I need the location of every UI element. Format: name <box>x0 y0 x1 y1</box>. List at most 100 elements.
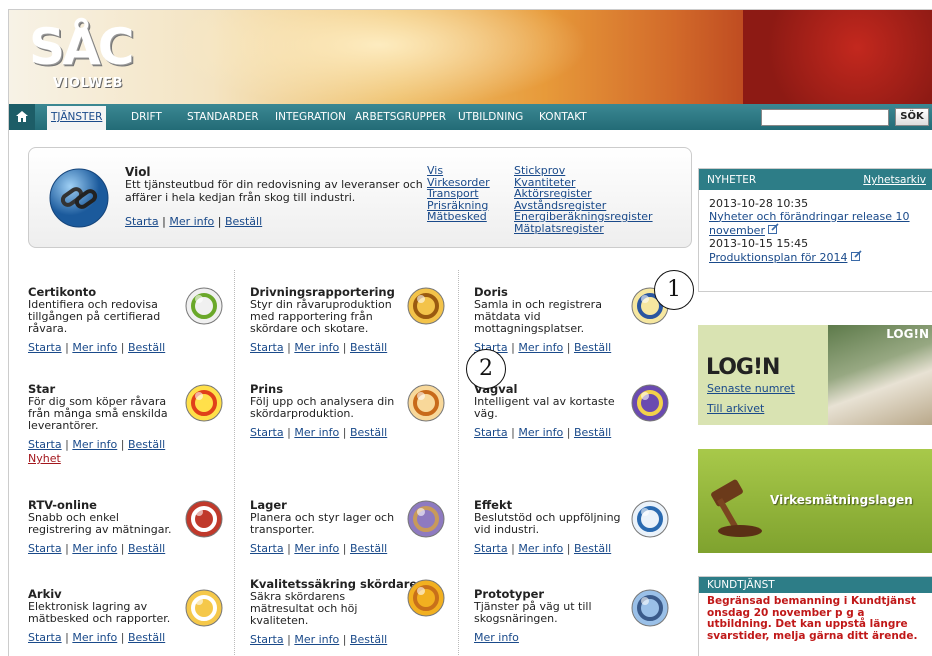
service-starta-link[interactable]: Starta <box>250 542 284 555</box>
news-item-link[interactable]: Produktionsplan för 2014 <box>709 251 847 264</box>
service-bestall-link[interactable]: Beställ <box>128 341 165 354</box>
service-new-link[interactable]: Nyhet <box>28 452 228 465</box>
service-starta-link[interactable]: Starta <box>250 426 284 439</box>
service-actions: Starta | Mer info | Beställ <box>474 542 612 555</box>
service-description: Säkra skördarens mätresultat och höj kva… <box>250 590 358 627</box>
viol-link-matplatsregister[interactable]: Mätplatsregister <box>514 222 653 235</box>
service-starta-link[interactable]: Starta <box>28 438 62 451</box>
nav-arbetsgrupper[interactable]: ARBETSGRUPPER <box>355 111 446 123</box>
logo-subtitle: VIOLWEB <box>53 76 123 91</box>
service-bestall-link[interactable]: Beställ <box>574 426 611 439</box>
service-starta-link[interactable]: Starta <box>250 341 284 354</box>
service-bestall-link[interactable]: Beställ <box>128 631 165 644</box>
service-card: Drivningsrapportering Styr din råvaruprod… <box>250 285 450 354</box>
nav-standarder[interactable]: STANDARDER <box>187 111 259 123</box>
service-card: Prototyper Tjänster på väg ut till skogsn… <box>474 587 674 644</box>
service-merinfo-link[interactable]: Mer info <box>474 631 519 644</box>
viol-panel: Viol Ett tjänsteutbud för din redovisnin… <box>28 147 692 248</box>
sun-star-icon <box>185 384 223 422</box>
viol-links-col1: Vis Virkesorder Transport Prisräkning Mä… <box>427 165 490 223</box>
page: SÅC VIOLWEB TJÄNSTER DRIFT STANDARDER IN… <box>8 9 932 656</box>
service-bestall-link[interactable]: Beställ <box>350 542 387 555</box>
nav-utbildning[interactable]: UTBILDNING <box>458 111 523 123</box>
certificate-check-icon <box>185 287 223 325</box>
nav-integration[interactable]: INTEGRATION <box>275 111 346 123</box>
service-description: Tjänster på väg ut till skogsnäringen. <box>474 600 592 625</box>
service-bestall-link[interactable]: Beställ <box>350 341 387 354</box>
service-bestall-link[interactable]: Beställ <box>128 542 165 555</box>
home-icon <box>16 111 28 122</box>
service-starta-link[interactable]: Starta <box>28 341 62 354</box>
annotation-marker-2: 2 <box>466 349 506 389</box>
login-latest-link[interactable]: Senaste numret <box>707 382 795 395</box>
viol-starta-link[interactable]: Starta <box>125 215 159 228</box>
viol-link-transport[interactable]: Transport <box>427 188 490 200</box>
login-archive-link[interactable]: Till arkivet <box>707 402 764 415</box>
service-card: Certikonto Identifiera och redovisa tillg… <box>28 285 228 354</box>
nav-drift[interactable]: DRIFT <box>131 111 162 123</box>
viol-link-matbesked[interactable]: Mätbesked <box>427 211 490 223</box>
kund-heading: KUNDTJÄNST <box>699 577 932 593</box>
service-starta-link[interactable]: Starta <box>474 542 508 555</box>
service-bestall-link[interactable]: Beställ <box>350 633 387 646</box>
service-merinfo-link[interactable]: Mer info <box>294 633 339 646</box>
service-actions: Starta | Mer info | Beställ <box>250 633 388 646</box>
service-starta-link[interactable]: Starta <box>474 426 508 439</box>
search-input[interactable] <box>761 109 889 126</box>
service-merinfo-link[interactable]: Mer info <box>294 426 339 439</box>
service-merinfo-link[interactable]: Mer info <box>72 631 117 644</box>
service-card: RTV-online Snabb och enkel registrering a… <box>28 498 228 555</box>
viol-link-energiberakningsregister[interactable]: Energiberäkningsregister <box>514 211 653 223</box>
service-merinfo-link[interactable]: Mer info <box>518 426 563 439</box>
log-arrow-icon <box>407 287 445 325</box>
service-merinfo-link[interactable]: Mer info <box>72 542 117 555</box>
service-merinfo-link[interactable]: Mer info <box>518 341 563 354</box>
login-magazine-panel[interactable]: LOG!N Senaste numret Till arkivet LOG!N <box>698 325 932 425</box>
nav-tjanster[interactable]: TJÄNSTER <box>47 106 107 130</box>
viol-description: Ett tjänsteutbud för din redovisning av … <box>125 178 423 204</box>
service-actions: Starta | Mer info | Beställ <box>28 631 166 644</box>
viol-actions: Starta | Mer info | Beställ <box>125 215 263 228</box>
service-bestall-link[interactable]: Beställ <box>350 426 387 439</box>
service-merinfo-link[interactable]: Mer info <box>294 542 339 555</box>
service-actions: Starta | Mer info | Beställ <box>474 341 612 354</box>
viol-merinfo-link[interactable]: Mer info <box>169 215 214 228</box>
news-archive-link[interactable]: Nyhetsarkiv <box>863 174 926 186</box>
viol-link-aktorsregister[interactable]: Aktörsregister <box>514 188 653 200</box>
crown-road-icon <box>631 384 669 422</box>
service-bestall-link[interactable]: Beställ <box>574 341 611 354</box>
edit-icon <box>768 223 780 234</box>
gavel-icon <box>711 479 762 537</box>
site-logo[interactable]: SÅC VIOLWEB <box>29 22 139 94</box>
service-starta-link[interactable]: Starta <box>28 542 62 555</box>
magazine-cover-image: LOG!N <box>828 325 932 425</box>
virkesmatningslagen-banner[interactable]: Virkesmätningslagen <box>698 449 932 553</box>
viol-link-stickprov[interactable]: Stickprov <box>514 165 653 177</box>
service-merinfo-link[interactable]: Mer info <box>72 341 117 354</box>
service-card: Vägval Intelligent val av kortaste väg. St… <box>474 382 674 439</box>
news-date: 2013-10-15 15:45 <box>709 236 809 250</box>
viol-bestall-link[interactable]: Beställ <box>225 215 262 228</box>
virke-label: Virkesmätningslagen <box>770 493 913 507</box>
service-description: Följ upp och analysera din skördarproduk… <box>250 395 395 420</box>
service-actions: Starta | Mer info | Beställ <box>28 438 166 451</box>
service-merinfo-link[interactable]: Mer info <box>294 341 339 354</box>
nav-kontakt[interactable]: KONTAKT <box>539 111 587 123</box>
service-description: Beslutstöd och uppföljning vid industri. <box>474 511 621 536</box>
home-button[interactable] <box>9 104 35 130</box>
service-merinfo-link[interactable]: Mer info <box>518 542 563 555</box>
search-button[interactable]: SÖK <box>895 108 929 126</box>
viol-link-vis[interactable]: Vis <box>427 165 490 177</box>
service-merinfo-link[interactable]: Mer info <box>72 438 117 451</box>
news-item-link[interactable]: Nyheter och förändringar release 10 nove… <box>709 210 910 238</box>
service-actions: Starta | Mer info | Beställ <box>474 426 612 439</box>
log-pile-icon <box>407 500 445 538</box>
service-starta-link[interactable]: Starta <box>28 631 62 644</box>
news-panel: NYHETER Nyhetsarkiv 2013-10-28 10:35 Nyh… <box>698 168 932 292</box>
login-logo: LOG!N <box>706 355 780 380</box>
service-starta-link[interactable]: Starta <box>250 633 284 646</box>
service-bestall-link[interactable]: Beställ <box>128 438 165 451</box>
service-bestall-link[interactable]: Beställ <box>574 542 611 555</box>
service-actions: Starta | Mer info | Beställ <box>28 542 166 555</box>
service-actions: Starta | Mer info | Beställ <box>250 341 388 354</box>
